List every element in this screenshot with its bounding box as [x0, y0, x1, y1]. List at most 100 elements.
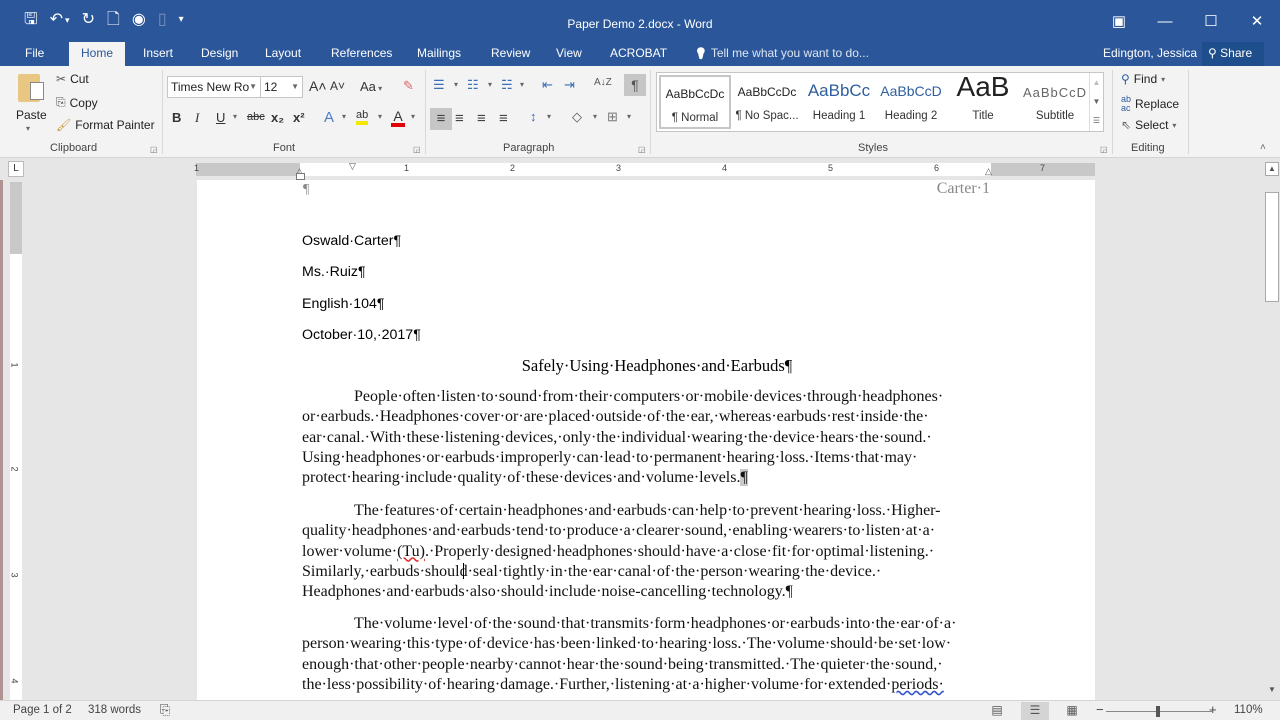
shrink-font-icon[interactable]: A˅: [330, 79, 345, 93]
copy-button[interactable]: ⎘ Copy: [56, 95, 98, 110]
date-line[interactable]: October·10,·2017¶: [302, 327, 421, 343]
bullets-icon[interactable]: ☰: [433, 77, 445, 93]
justify-button[interactable]: ≡: [499, 110, 508, 127]
cut-button[interactable]: ✂ Cut: [56, 72, 89, 86]
collapse-ribbon-icon[interactable]: ˄: [1260, 142, 1266, 153]
chevron-down-icon[interactable]: ▾: [342, 112, 346, 121]
tab-references[interactable]: References: [319, 42, 404, 66]
highlight-icon[interactable]: ab: [356, 109, 369, 125]
tab-design[interactable]: Design: [189, 42, 250, 66]
page-count[interactable]: Page 1 of 2: [13, 704, 72, 716]
line-spacing-icon[interactable]: ↕: [530, 109, 537, 124]
font-name-combo[interactable]: Times New Ro ▼: [167, 76, 261, 98]
find-button[interactable]: ⚲ Find ▾: [1121, 72, 1165, 86]
decrease-indent-icon[interactable]: ⇤: [542, 77, 553, 93]
style-title[interactable]: AaB Title: [947, 71, 1019, 129]
italic-button[interactable]: I: [195, 110, 199, 126]
proofing-icon[interactable]: ⎘: [160, 702, 170, 718]
tab-home[interactable]: Home: [69, 42, 126, 66]
tab-mailings[interactable]: Mailings: [405, 42, 473, 66]
maximize-icon[interactable]: ☐: [1188, 4, 1234, 38]
chevron-down-icon[interactable]: ▾: [488, 80, 492, 89]
left-indent-marker[interactable]: [296, 173, 305, 180]
superscript-button[interactable]: x²: [293, 110, 305, 125]
underline-dropdown-icon[interactable]: ▾: [233, 112, 237, 121]
tab-selector[interactable]: L: [8, 161, 24, 177]
select-button[interactable]: ⇖ Select ▾: [1121, 118, 1176, 132]
style-no-spacing[interactable]: AaBbCcDc ¶ No Spac...: [731, 75, 803, 129]
zoom-slider-thumb[interactable]: [1156, 706, 1160, 717]
minimize-icon[interactable]: —: [1142, 4, 1188, 38]
format-painter-button[interactable]: 🖌 Format Painter: [56, 118, 155, 132]
style-normal[interactable]: AaBbCcDc ¶ Normal: [659, 75, 731, 129]
styles-launcher-icon[interactable]: ◲: [1100, 145, 1108, 154]
multilevel-list-icon[interactable]: ☵: [501, 77, 513, 93]
vertical-ruler[interactable]: 1 2 3 4: [10, 182, 22, 700]
share-button[interactable]: ⚲ Share: [1202, 42, 1264, 66]
chevron-down-icon[interactable]: ▾: [454, 80, 458, 89]
align-right-button[interactable]: ≡: [477, 110, 486, 127]
scroll-down-icon[interactable]: ▼: [1265, 684, 1279, 698]
chevron-down-icon[interactable]: ▾: [547, 112, 551, 121]
text-effects-icon[interactable]: A: [324, 109, 334, 126]
close-icon[interactable]: ✕: [1234, 4, 1280, 38]
clear-formatting-icon[interactable]: ✎: [403, 78, 414, 94]
style-subtitle[interactable]: AaBbCcD Subtitle: [1019, 75, 1091, 129]
clipboard-launcher-icon[interactable]: ◲: [150, 145, 158, 154]
paragraph-launcher-icon[interactable]: ◲: [638, 145, 646, 154]
chevron-down-icon[interactable]: ▾: [520, 80, 524, 89]
chevron-down-icon[interactable]: ▾: [378, 112, 382, 121]
scroll-down-icon[interactable]: ▼: [1090, 92, 1103, 111]
web-layout-icon[interactable]: ▦: [1058, 702, 1086, 720]
style-heading-1[interactable]: AaBbCc Heading 1: [803, 75, 875, 129]
borders-icon[interactable]: ⊞: [607, 109, 618, 125]
font-color-icon[interactable]: A: [391, 109, 405, 127]
zoom-in-button[interactable]: +: [1209, 702, 1217, 717]
scroll-up-icon[interactable]: ▲: [1090, 73, 1103, 92]
bold-button[interactable]: B: [172, 110, 181, 125]
style-heading-2[interactable]: AaBbCcD Heading 2: [875, 75, 947, 129]
center-button[interactable]: ≡: [455, 110, 464, 127]
tell-me-box[interactable]: 💡 Tell me what you want to do...: [694, 42, 869, 65]
zoom-out-button[interactable]: −: [1096, 702, 1104, 717]
sort-icon[interactable]: A↓Z: [594, 77, 612, 88]
chevron-down-icon[interactable]: ▾: [627, 112, 631, 121]
strikethrough-button[interactable]: abc: [247, 111, 265, 123]
first-line-indent-marker[interactable]: ▽: [349, 161, 356, 172]
word-count[interactable]: 318 words: [88, 704, 141, 716]
instructor-line[interactable]: Ms.·Ruiz¶: [302, 264, 366, 280]
author-line[interactable]: Oswald·Carter¶: [302, 233, 401, 249]
scroll-thumb[interactable]: [1265, 192, 1279, 302]
tab-insert[interactable]: Insert: [131, 42, 185, 66]
chevron-down-icon[interactable]: ▾: [593, 112, 597, 121]
spelling-error[interactable]: (Tu): [397, 543, 425, 560]
read-mode-icon[interactable]: ▤: [983, 702, 1011, 720]
paste-button[interactable]: Paste ▾: [14, 72, 48, 136]
right-indent-marker[interactable]: △: [985, 166, 992, 177]
grammar-error[interactable]: periods·: [891, 676, 943, 693]
paragraph-2[interactable]: The·features·of·certain·headphones·and·e…: [302, 501, 992, 602]
shading-icon[interactable]: ◇: [572, 109, 582, 125]
align-left-button[interactable]: ≡: [430, 108, 452, 130]
increase-indent-icon[interactable]: ⇥: [564, 77, 575, 93]
document-title[interactable]: Safely·Using·Headphones·and·Earbuds¶: [302, 356, 1012, 376]
horizontal-ruler[interactable]: 1 1 2 3 4 5 6 7 ▽ △ △: [194, 161, 1095, 180]
underline-button[interactable]: U: [216, 110, 225, 125]
tab-acrobat[interactable]: ACROBAT: [598, 42, 679, 66]
subscript-button[interactable]: x₂: [271, 110, 284, 125]
page-header[interactable]: Carter·1: [937, 180, 990, 198]
tab-file[interactable]: File: [13, 42, 56, 66]
document-page[interactable]: ¶ Carter·1 Oswald·Carter¶ Ms.·Ruiz¶ Engl…: [197, 180, 1095, 700]
font-size-combo[interactable]: 12 ▼: [260, 76, 303, 98]
course-line[interactable]: English·104¶: [302, 296, 385, 312]
user-name[interactable]: Edington, Jessica: [1103, 42, 1197, 64]
grow-font-icon[interactable]: A˄: [309, 78, 327, 94]
tab-view[interactable]: View: [544, 42, 594, 66]
paragraph-1[interactable]: People·often·listen·to·sound·from·their·…: [302, 387, 992, 488]
change-case-button[interactable]: Aa ▾: [360, 79, 382, 94]
paragraph-3[interactable]: The·volume·level·of·the·sound·that·trans…: [302, 614, 992, 695]
vertical-scrollbar[interactable]: ▲ ▼: [1264, 160, 1280, 700]
styles-scroll[interactable]: ▲ ▼ ☰: [1089, 73, 1103, 131]
more-styles-icon[interactable]: ☰: [1090, 111, 1103, 130]
numbering-icon[interactable]: ☷: [467, 77, 479, 93]
